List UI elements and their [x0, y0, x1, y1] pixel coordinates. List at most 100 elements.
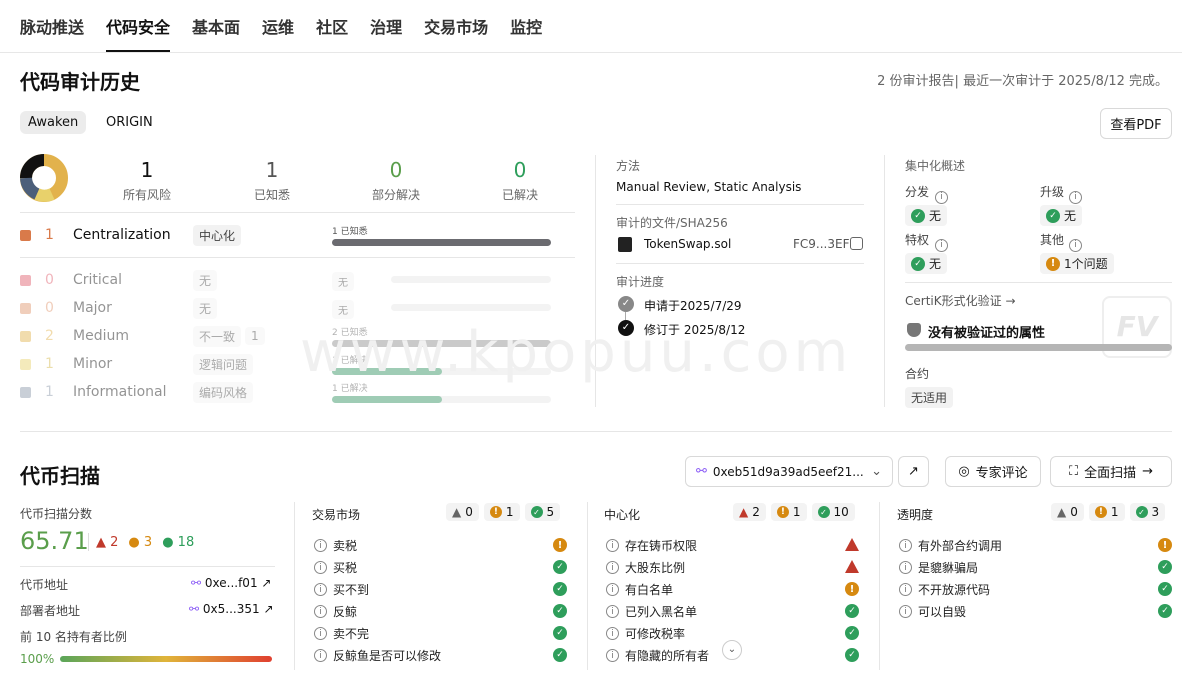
info-icon[interactable]: i [899, 605, 912, 618]
scan-check-item[interactable]: i 有白名单 [606, 581, 673, 598]
progress-step: 申请于2025/7/29 [644, 299, 742, 313]
view-pdf-button[interactable]: 查看PDF [1100, 108, 1172, 139]
watermark: www.kpopuu.com [300, 320, 853, 385]
tab-operations[interactable]: 运维 [262, 14, 294, 52]
warn-badge: ! 1 [770, 503, 807, 521]
file-name[interactable]: TokenSwap.sol [644, 237, 731, 251]
address-select[interactable]: ⚯ 0xeb51d9a39ad5eef21... ⌄ [685, 456, 893, 487]
scan-check-item[interactable]: i 买税 [314, 559, 357, 576]
central-chip: ✓ 无 [1040, 205, 1083, 226]
fv-link[interactable]: CertiK形式化验证 → [905, 292, 1016, 309]
info-icon[interactable]: i [606, 561, 619, 574]
divider [616, 263, 864, 264]
expand-chevron-icon[interactable]: ⌄ [722, 640, 742, 660]
check-icon: ✓ [845, 626, 859, 640]
info-icon[interactable]: i [899, 561, 912, 574]
scan-check-item[interactable]: i 反鲸鱼是否可以修改 [314, 647, 441, 664]
scan-check-label: 有外部合约调用 [918, 539, 1003, 553]
stat-resolved-value: 0 [513, 158, 527, 182]
scan-check-item[interactable]: i 已列入黑名单 [606, 603, 697, 620]
token-address[interactable]: ⚯ 0xe...f01 ↗ [191, 576, 271, 590]
scan-check-item[interactable]: i 卖税 [314, 537, 357, 554]
severity-color-swatch [20, 274, 31, 286]
external-link-icon: ↗ [908, 464, 919, 479]
info-icon[interactable]: i [606, 583, 619, 596]
stat-partial: 0 部分解决 [351, 158, 441, 203]
ok-badge: ✓ 5 [524, 503, 561, 521]
tab-community[interactable]: 社区 [316, 14, 348, 52]
link-icon: ⚯ [191, 576, 202, 590]
divider [20, 212, 575, 213]
info-icon[interactable]: i [314, 649, 327, 662]
info-icon[interactable]: i [606, 627, 619, 640]
info-icon[interactable]: i [935, 184, 948, 204]
full-scan-button[interactable]: ⛶ 全面扫描 → [1050, 456, 1172, 487]
tab-code-security[interactable]: 代码安全 [106, 14, 171, 52]
holders-value: 100% [20, 652, 55, 666]
scan-check-label: 反鲸 [333, 605, 358, 619]
scan-check-item[interactable]: i 有隐藏的所有者 [606, 647, 709, 664]
copy-icon[interactable] [850, 237, 863, 250]
info-icon[interactable]: i [314, 539, 327, 552]
scan-check-item[interactable]: i 不开放源代码 [899, 581, 990, 598]
scan-check-label: 卖税 [333, 539, 358, 553]
scan-check-item[interactable]: i 可以自毁 [899, 603, 966, 620]
info-icon[interactable]: i [899, 583, 912, 596]
info-icon[interactable]: i [1069, 232, 1082, 252]
scan-check-item[interactable]: i 买不到 [314, 581, 369, 598]
info-icon[interactable]: i [1069, 184, 1082, 204]
risk-tag: 编码风格 [193, 381, 254, 403]
check-icon: ✓ [553, 604, 567, 618]
central-label: 升级 [1040, 185, 1065, 199]
tab-pulse[interactable]: 脉动推送 [20, 14, 84, 52]
fv-bar [905, 344, 1172, 351]
scan-check-item[interactable]: i 有外部合约调用 [899, 537, 1002, 554]
scan-check-item[interactable]: i 可修改税率 [606, 625, 685, 642]
tab-fundamentals[interactable]: 基本面 [192, 14, 240, 52]
shield-icon [907, 323, 921, 337]
info-icon[interactable]: i [606, 539, 619, 552]
timeline-connector [625, 312, 626, 320]
stat-resolved-label: 已解决 [501, 188, 538, 202]
tab-governance[interactable]: 治理 [370, 14, 402, 52]
scan-check-item[interactable]: i 卖不完 [314, 625, 369, 642]
column-divider [884, 155, 885, 407]
check-icon: ✓ [845, 604, 859, 618]
files-label: 审计的文件/SHA256 [616, 216, 728, 230]
auditor-tab-origin[interactable]: ORIGIN [98, 111, 161, 134]
risk-name: Centralization [73, 227, 171, 243]
info-icon[interactable]: i [314, 627, 327, 640]
info-icon[interactable]: i [606, 649, 619, 662]
method-value: Manual Review, Static Analysis [616, 180, 802, 194]
risk-count: 1 [45, 356, 54, 372]
bar-label: 1 已知悉 [332, 227, 368, 237]
external-link-icon: ↗ [261, 576, 272, 590]
info-icon[interactable]: i [314, 561, 327, 574]
info-icon[interactable]: i [606, 605, 619, 618]
info-icon[interactable]: i [314, 583, 327, 596]
expert-review-button[interactable]: ◎ 专家评论 [945, 456, 1041, 487]
scan-check-item[interactable]: i 存在铸币权限 [606, 537, 697, 554]
info-icon[interactable]: i [314, 605, 327, 618]
user-icon: ◎ [958, 464, 970, 479]
risk-count: 0 [45, 272, 54, 288]
holders-bar [60, 656, 272, 662]
progress-bar-fill [332, 396, 442, 403]
scan-check-item[interactable]: i 大股东比例 [606, 559, 685, 576]
tab-market[interactable]: 交易市场 [424, 14, 488, 52]
stat-acknowledged-value: 1 [265, 158, 279, 182]
scan-check-item[interactable]: i 反鲸 [314, 603, 357, 620]
info-icon[interactable]: i [899, 539, 912, 552]
scan-check-label: 反鲸鱼是否可以修改 [333, 649, 442, 663]
external-link-button[interactable]: ↗ [898, 456, 929, 487]
deployer-address[interactable]: ⚯ 0x5...351 ↗ [189, 602, 274, 616]
warn-badge: ! 1 [1088, 503, 1125, 521]
auditor-tab-awaken[interactable]: Awaken [20, 111, 87, 134]
contract-value: 无适用 [905, 387, 954, 408]
warning-triangle-icon: ▲ [1057, 505, 1067, 519]
info-icon[interactable]: i [935, 232, 948, 252]
danger-count: ▲ 2 [96, 535, 119, 550]
tab-monitor[interactable]: 监控 [510, 14, 542, 52]
risk-tag: 逻辑问题 [193, 353, 254, 375]
scan-check-item[interactable]: i 是貔貅骗局 [899, 559, 978, 576]
